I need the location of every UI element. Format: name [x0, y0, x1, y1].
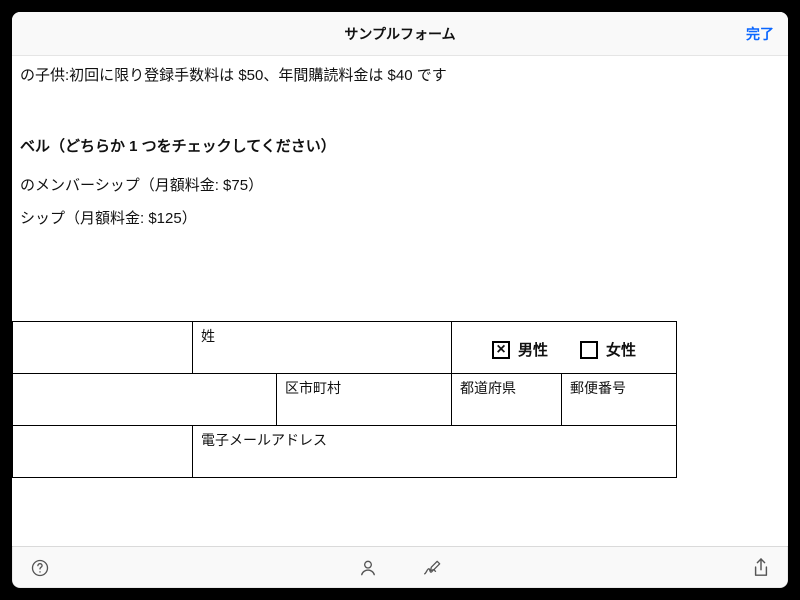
person-icon: [358, 558, 378, 578]
gender-female-label: 女性: [606, 339, 636, 360]
help-icon: [30, 558, 50, 578]
page-title: サンプルフォーム: [344, 24, 455, 44]
gender-male-checkbox[interactable]: × 男性: [492, 339, 548, 360]
postal-cell[interactable]: 郵便番号: [562, 374, 677, 426]
checkbox-checked-icon: ×: [492, 341, 510, 359]
done-button[interactable]: 完了: [746, 12, 774, 55]
sign-button[interactable]: [422, 558, 444, 578]
membership-option-2: シップ（月額料金: $125）: [20, 207, 768, 228]
titlebar: サンプルフォーム 完了: [12, 12, 788, 56]
help-button[interactable]: [30, 558, 50, 578]
share-icon: [752, 557, 770, 579]
personal-info-table: 姓 × 男性 女性: [12, 321, 677, 478]
checkbox-empty-icon: [580, 341, 598, 359]
form-text-block: の子供:初回に限り登録手数料は $50、年間購読料金は $40 です ベル（どち…: [20, 64, 768, 240]
gender-male-label: 男性: [518, 339, 548, 360]
street-cell[interactable]: [13, 374, 277, 426]
email-cell[interactable]: 電子メールアドレス: [193, 426, 677, 478]
membership-option-1: のメンバーシップ（月額料金: $75）: [20, 174, 768, 195]
level-heading: ベル（どちらか 1 つをチェックしてください）: [20, 135, 768, 156]
bottom-toolbar: [12, 546, 788, 588]
gender-female-checkbox[interactable]: 女性: [580, 339, 636, 360]
prefecture-cell[interactable]: 都道府県: [452, 374, 562, 426]
gender-cell: × 男性 女性: [452, 322, 677, 374]
document-viewport[interactable]: の子供:初回に限り登録手数料は $50、年間購読料金は $40 です ベル（どち…: [12, 56, 788, 546]
share-button[interactable]: [752, 557, 770, 579]
last-name-cell[interactable]: 姓: [193, 322, 452, 374]
sign-icon: [422, 558, 444, 578]
first-name-cell[interactable]: [13, 322, 193, 374]
child-fee-line: の子供:初回に限り登録手数料は $50、年間購読料金は $40 です: [20, 64, 768, 85]
person-button[interactable]: [358, 558, 378, 578]
phone-cell[interactable]: [13, 426, 193, 478]
city-cell[interactable]: 区市町村: [277, 374, 452, 426]
